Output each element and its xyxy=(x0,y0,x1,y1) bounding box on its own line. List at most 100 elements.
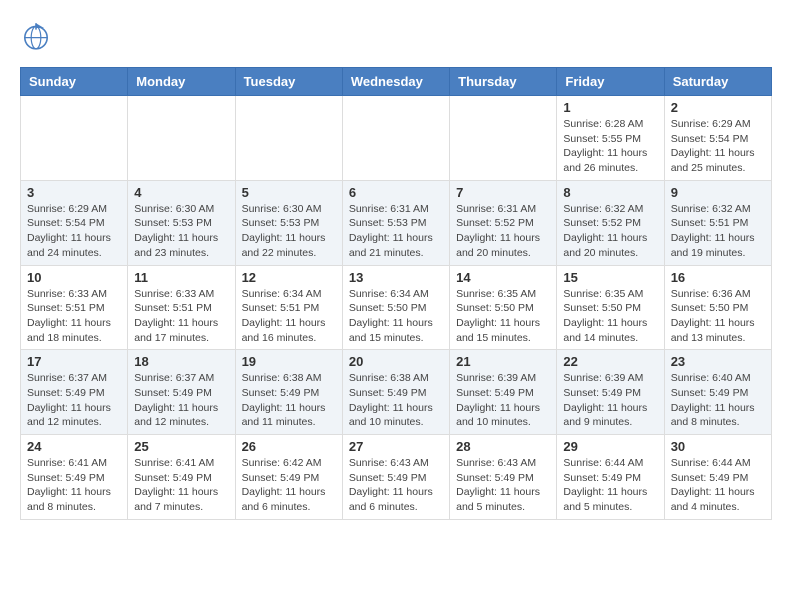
day-info: Sunrise: 6:31 AM Sunset: 5:53 PM Dayligh… xyxy=(349,202,443,261)
day-info: Sunrise: 6:30 AM Sunset: 5:53 PM Dayligh… xyxy=(242,202,336,261)
day-number: 27 xyxy=(349,439,443,454)
calendar-week-row: 3 Sunrise: 6:29 AM Sunset: 5:54 PM Daylig… xyxy=(21,180,772,265)
day-info: Sunrise: 6:39 AM Sunset: 5:49 PM Dayligh… xyxy=(563,371,657,430)
calendar-day-cell: 29 Sunrise: 6:44 AM Sunset: 5:49 PM Dayli… xyxy=(557,435,664,520)
day-info: Sunrise: 6:32 AM Sunset: 5:52 PM Dayligh… xyxy=(563,202,657,261)
calendar-day-cell: 7 Sunrise: 6:31 AM Sunset: 5:52 PM Daylig… xyxy=(450,180,557,265)
calendar-day-cell: 15 Sunrise: 6:35 AM Sunset: 5:50 PM Dayli… xyxy=(557,265,664,350)
day-info: Sunrise: 6:43 AM Sunset: 5:49 PM Dayligh… xyxy=(456,456,550,515)
day-number: 5 xyxy=(242,185,336,200)
calendar-table: SundayMondayTuesdayWednesdayThursdayFrid… xyxy=(20,67,772,520)
day-number: 10 xyxy=(27,270,121,285)
day-number: 28 xyxy=(456,439,550,454)
calendar-day-cell xyxy=(128,96,235,181)
day-info: Sunrise: 6:42 AM Sunset: 5:49 PM Dayligh… xyxy=(242,456,336,515)
day-info: Sunrise: 6:38 AM Sunset: 5:49 PM Dayligh… xyxy=(349,371,443,430)
calendar-week-row: 1Sunrise: 6:28 AM Sunset: 5:55 PM Daylig… xyxy=(21,96,772,181)
calendar-day-cell: 1Sunrise: 6:28 AM Sunset: 5:55 PM Daylig… xyxy=(557,96,664,181)
day-info: Sunrise: 6:33 AM Sunset: 5:51 PM Dayligh… xyxy=(27,287,121,346)
calendar-day-cell: 28 Sunrise: 6:43 AM Sunset: 5:49 PM Dayli… xyxy=(450,435,557,520)
day-info: Sunrise: 6:34 AM Sunset: 5:50 PM Dayligh… xyxy=(349,287,443,346)
day-info: Sunrise: 6:41 AM Sunset: 5:49 PM Dayligh… xyxy=(134,456,228,515)
calendar-header-saturday: Saturday xyxy=(664,68,771,96)
day-info: Sunrise: 6:36 AM Sunset: 5:50 PM Dayligh… xyxy=(671,287,765,346)
day-info: Sunrise: 6:29 AM Sunset: 5:54 PM Dayligh… xyxy=(671,117,765,176)
calendar-day-cell xyxy=(235,96,342,181)
day-info: Sunrise: 6:44 AM Sunset: 5:49 PM Dayligh… xyxy=(563,456,657,515)
calendar-day-cell: 17 Sunrise: 6:37 AM Sunset: 5:49 PM Dayli… xyxy=(21,350,128,435)
calendar-day-cell: 23 Sunrise: 6:40 AM Sunset: 5:49 PM Dayli… xyxy=(664,350,771,435)
day-info: Sunrise: 6:37 AM Sunset: 5:49 PM Dayligh… xyxy=(134,371,228,430)
day-info: Sunrise: 6:33 AM Sunset: 5:51 PM Dayligh… xyxy=(134,287,228,346)
day-number: 22 xyxy=(563,354,657,369)
calendar-header-tuesday: Tuesday xyxy=(235,68,342,96)
calendar-day-cell: 10 Sunrise: 6:33 AM Sunset: 5:51 PM Dayli… xyxy=(21,265,128,350)
day-info: Sunrise: 6:30 AM Sunset: 5:53 PM Dayligh… xyxy=(134,202,228,261)
calendar-week-row: 24 Sunrise: 6:41 AM Sunset: 5:49 PM Dayli… xyxy=(21,435,772,520)
calendar-day-cell: 22 Sunrise: 6:39 AM Sunset: 5:49 PM Dayli… xyxy=(557,350,664,435)
calendar-day-cell: 21Sunrise: 6:39 AM Sunset: 5:49 PM Dayli… xyxy=(450,350,557,435)
calendar-day-cell xyxy=(450,96,557,181)
day-number: 8 xyxy=(563,185,657,200)
calendar-header-monday: Monday xyxy=(128,68,235,96)
calendar-day-cell: 14 Sunrise: 6:35 AM Sunset: 5:50 PM Dayli… xyxy=(450,265,557,350)
day-info: Sunrise: 6:43 AM Sunset: 5:49 PM Dayligh… xyxy=(349,456,443,515)
calendar-day-cell: 27 Sunrise: 6:43 AM Sunset: 5:49 PM Dayli… xyxy=(342,435,449,520)
calendar-day-cell: 11 Sunrise: 6:33 AM Sunset: 5:51 PM Dayli… xyxy=(128,265,235,350)
page-header xyxy=(20,20,772,57)
day-number: 15 xyxy=(563,270,657,285)
day-number: 11 xyxy=(134,270,228,285)
day-info: Sunrise: 6:34 AM Sunset: 5:51 PM Dayligh… xyxy=(242,287,336,346)
calendar-header-sunday: Sunday xyxy=(21,68,128,96)
calendar-day-cell: 26 Sunrise: 6:42 AM Sunset: 5:49 PM Dayli… xyxy=(235,435,342,520)
day-info: Sunrise: 6:31 AM Sunset: 5:52 PM Dayligh… xyxy=(456,202,550,261)
calendar-header-friday: Friday xyxy=(557,68,664,96)
day-number: 16 xyxy=(671,270,765,285)
day-info: Sunrise: 6:35 AM Sunset: 5:50 PM Dayligh… xyxy=(456,287,550,346)
calendar-header-thursday: Thursday xyxy=(450,68,557,96)
day-info: Sunrise: 6:29 AM Sunset: 5:54 PM Dayligh… xyxy=(27,202,121,261)
logo xyxy=(20,20,58,57)
calendar-day-cell: 3 Sunrise: 6:29 AM Sunset: 5:54 PM Daylig… xyxy=(21,180,128,265)
day-info: Sunrise: 6:32 AM Sunset: 5:51 PM Dayligh… xyxy=(671,202,765,261)
calendar-day-cell: 6 Sunrise: 6:31 AM Sunset: 5:53 PM Daylig… xyxy=(342,180,449,265)
calendar-day-cell: 24Sunrise: 6:41 AM Sunset: 5:49 PM Dayli… xyxy=(21,435,128,520)
calendar-week-row: 17 Sunrise: 6:37 AM Sunset: 5:49 PM Dayli… xyxy=(21,350,772,435)
day-number: 17 xyxy=(27,354,121,369)
day-number: 7 xyxy=(456,185,550,200)
calendar-day-cell: 13 Sunrise: 6:34 AM Sunset: 5:50 PM Dayli… xyxy=(342,265,449,350)
day-number: 12 xyxy=(242,270,336,285)
day-number: 25 xyxy=(134,439,228,454)
day-number: 13 xyxy=(349,270,443,285)
day-info: Sunrise: 6:38 AM Sunset: 5:49 PM Dayligh… xyxy=(242,371,336,430)
calendar-day-cell: 5 Sunrise: 6:30 AM Sunset: 5:53 PM Daylig… xyxy=(235,180,342,265)
calendar-day-cell: 12 Sunrise: 6:34 AM Sunset: 5:51 PM Dayli… xyxy=(235,265,342,350)
day-number: 4 xyxy=(134,185,228,200)
day-info: Sunrise: 6:35 AM Sunset: 5:50 PM Dayligh… xyxy=(563,287,657,346)
calendar-day-cell: 20Sunrise: 6:38 AM Sunset: 5:49 PM Dayli… xyxy=(342,350,449,435)
day-number: 23 xyxy=(671,354,765,369)
logo-icon xyxy=(20,20,52,57)
calendar-week-row: 10 Sunrise: 6:33 AM Sunset: 5:51 PM Dayli… xyxy=(21,265,772,350)
day-info: Sunrise: 6:44 AM Sunset: 5:49 PM Dayligh… xyxy=(671,456,765,515)
day-number: 26 xyxy=(242,439,336,454)
calendar-day-cell: 30Sunrise: 6:44 AM Sunset: 5:49 PM Dayli… xyxy=(664,435,771,520)
day-number: 3 xyxy=(27,185,121,200)
day-number: 9 xyxy=(671,185,765,200)
calendar-day-cell: 18Sunrise: 6:37 AM Sunset: 5:49 PM Dayli… xyxy=(128,350,235,435)
calendar-day-cell: 25 Sunrise: 6:41 AM Sunset: 5:49 PM Dayli… xyxy=(128,435,235,520)
calendar-header-wednesday: Wednesday xyxy=(342,68,449,96)
day-number: 21 xyxy=(456,354,550,369)
calendar-day-cell: 2Sunrise: 6:29 AM Sunset: 5:54 PM Daylig… xyxy=(664,96,771,181)
day-number: 6 xyxy=(349,185,443,200)
day-number: 24 xyxy=(27,439,121,454)
day-number: 14 xyxy=(456,270,550,285)
calendar-header-row: SundayMondayTuesdayWednesdayThursdayFrid… xyxy=(21,68,772,96)
day-number: 29 xyxy=(563,439,657,454)
calendar-day-cell: 4 Sunrise: 6:30 AM Sunset: 5:53 PM Daylig… xyxy=(128,180,235,265)
day-info: Sunrise: 6:40 AM Sunset: 5:49 PM Dayligh… xyxy=(671,371,765,430)
day-info: Sunrise: 6:37 AM Sunset: 5:49 PM Dayligh… xyxy=(27,371,121,430)
calendar-day-cell: 16 Sunrise: 6:36 AM Sunset: 5:50 PM Dayli… xyxy=(664,265,771,350)
day-number: 19 xyxy=(242,354,336,369)
calendar-day-cell: 8 Sunrise: 6:32 AM Sunset: 5:52 PM Daylig… xyxy=(557,180,664,265)
